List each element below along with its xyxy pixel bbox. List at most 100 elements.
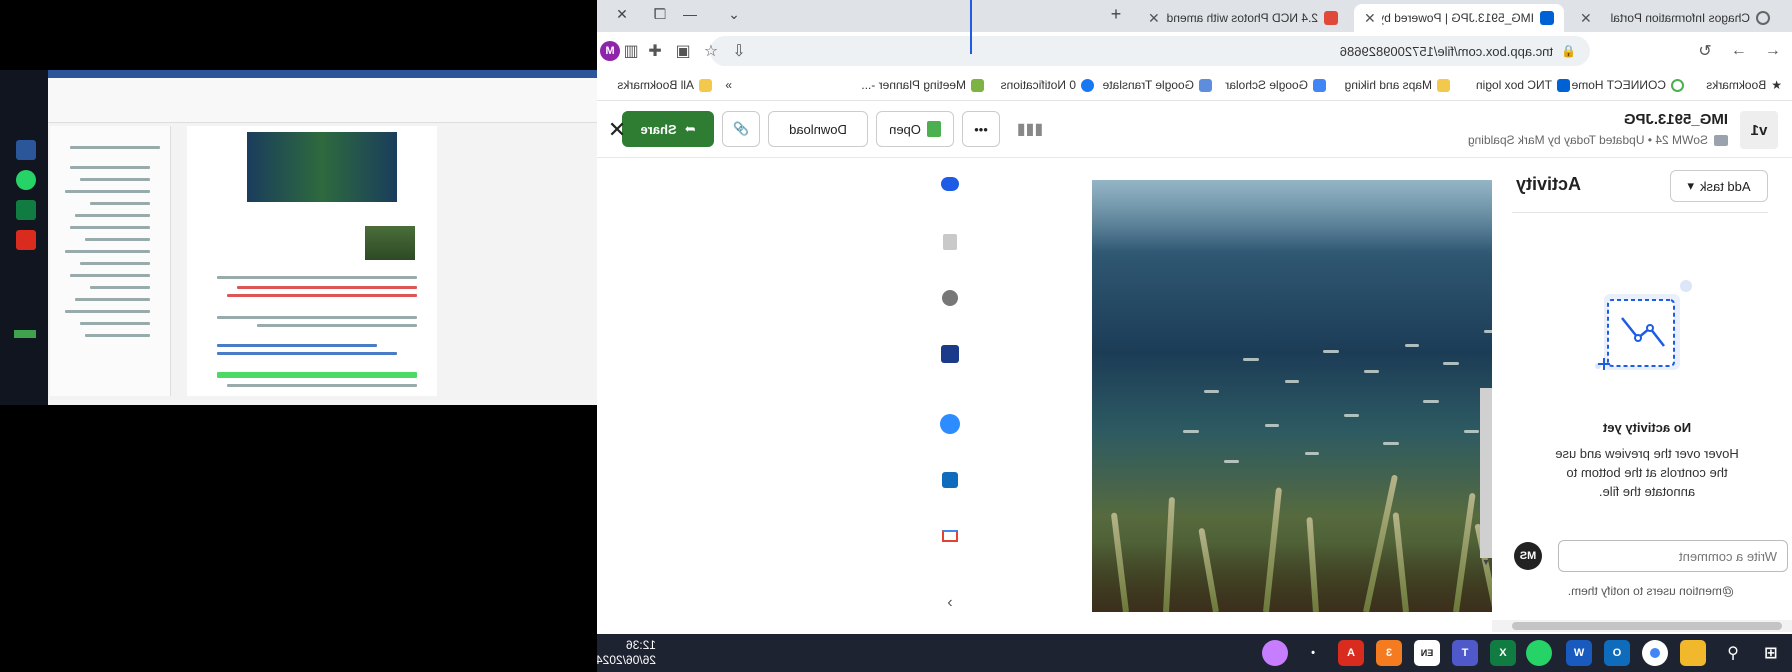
outlook-rail-icon[interactable] [930, 464, 970, 496]
box-ai-rail-icon[interactable] [930, 282, 970, 314]
activity-title: Activity [1516, 174, 1582, 194]
zoom-rail-icon[interactable] [930, 408, 970, 440]
active-rail-indicator [970, 0, 972, 54]
mention-hint: @mention users to notify them. [1567, 584, 1734, 598]
details-rail-icon[interactable] [930, 226, 970, 258]
bookmarks-overflow-icon[interactable]: » [725, 76, 732, 94]
tab-strip: Chagos Information Portal ✕ IMG_5913.JPG… [597, 0, 1792, 32]
en-icon[interactable]: EN [1414, 640, 1440, 666]
box-file-header: v1 IMG_5913.JPG SoWM 24 • Updated Today … [597, 101, 1792, 158]
divider [1512, 212, 1768, 213]
bookmark-maps-hiking[interactable]: Maps and hiking [1345, 76, 1450, 94]
word-icon[interactable]: W [1566, 640, 1592, 666]
more-options-button[interactable]: ••• [962, 111, 1000, 147]
teams-icon[interactable]: T [1452, 640, 1478, 666]
tab-ncd-photos[interactable]: 2.4 NCD Photos with amended c ✕ [1138, 4, 1348, 32]
gmail-rail-icon[interactable] [930, 520, 970, 552]
bookmark-meeting-planner[interactable]: Meeting Planner -... [861, 76, 984, 94]
ellipsis-icon: ••• [974, 121, 988, 137]
file-meta: SoWM 24 • Updated Today by Mark Spalding [1468, 133, 1728, 147]
second-monitor [0, 0, 597, 672]
screen-mirror: Chagos Information Portal ✕ IMG_5913.JPG… [0, 0, 1792, 672]
site-info-icon[interactable]: 🔒 [1561, 44, 1576, 58]
planner-icon [971, 78, 984, 92]
doc-icon [1324, 11, 1338, 25]
user-avatar: MS [1514, 542, 1542, 570]
second-monitor-taskbar [0, 70, 48, 405]
extension-icon[interactable]: ▣ [670, 38, 696, 64]
open-button[interactable]: Open [876, 111, 954, 147]
photos-icon[interactable] [1262, 640, 1288, 666]
browser-toolbar: ← → ↻ 🔒 tnc.app.box.com/file/15720098296… [597, 32, 1792, 70]
bookmark-star-icon[interactable]: ☆ [698, 38, 724, 64]
connect-icon [1671, 78, 1684, 92]
bookmarks-folder[interactable]: ★ Bookmarks [1706, 76, 1782, 94]
windows-taskbar: ⊞ ⚲ O W X T EN 3 A • 12:36 26/06/2024 [597, 634, 1792, 672]
link-icon: 🔗 [732, 121, 750, 136]
new-tab-button[interactable]: + [1098, 0, 1134, 28]
activity-rail-icon[interactable] [930, 168, 970, 200]
close-window-button[interactable]: ✕ [604, 0, 640, 28]
whatsapp-icon[interactable] [1526, 640, 1552, 666]
bookmark-box-login[interactable]: TNC box login [1476, 76, 1570, 94]
tab-box-image[interactable]: IMG_5913.JPG | Powered by Box ✕ [1354, 4, 1564, 32]
tab-search-icon[interactable]: ⌄ [716, 0, 752, 28]
copy-link-button[interactable]: 🔗 [722, 111, 760, 147]
bookmark-google-translate[interactable]: Google Translate [1103, 76, 1212, 94]
horizontal-scrollbar[interactable] [1492, 620, 1792, 632]
collapse-rail-icon[interactable]: › [930, 588, 970, 618]
calendar-icon[interactable]: 3 [1376, 640, 1402, 666]
box-icon [1540, 11, 1554, 25]
word-window-thumbnail [0, 70, 597, 405]
search-icon[interactable]: ⚲ [1720, 640, 1746, 666]
translate-icon [1199, 78, 1212, 92]
version-badge[interactable]: v1 [1740, 111, 1778, 149]
excel-icon[interactable]: X [1490, 640, 1516, 666]
empty-activity-illustration [1594, 276, 1694, 376]
word-ribbon [0, 70, 597, 123]
empty-activity-heading: No activity yet [1602, 420, 1692, 435]
scholar-icon [1313, 78, 1326, 92]
forward-icon[interactable]: → [1726, 38, 1752, 64]
extensions-puzzle-icon[interactable]: ✚ [642, 38, 668, 64]
close-tab-icon[interactable]: ✕ [1148, 10, 1160, 27]
address-bar[interactable]: 🔒 tnc.app.box.com/file/1572009829686 [710, 36, 1590, 66]
back-icon[interactable]: ← [1760, 38, 1786, 64]
caret-down-icon: ▾ [1687, 178, 1694, 193]
acrobat-icon[interactable]: A [1338, 640, 1364, 666]
install-icon[interactable]: ⇩ [726, 38, 752, 64]
outlook-icon[interactable]: O [1604, 640, 1630, 666]
all-bookmarks[interactable]: All Bookmarks [617, 76, 712, 94]
globe-icon [1756, 11, 1770, 25]
share-button[interactable]: ➦ Share [622, 111, 714, 147]
scroll-down-icon[interactable]: ▼ [1480, 556, 1492, 568]
facebook-icon [1081, 78, 1094, 92]
tab-chagos[interactable]: Chagos Information Portal ✕ [1570, 4, 1780, 32]
file-name: IMG_5913.JPG [1623, 111, 1728, 128]
profile-avatar[interactable]: M [600, 41, 620, 61]
star-icon: ★ [1771, 78, 1782, 92]
maximize-button[interactable]: ❐ [642, 0, 678, 28]
close-preview-icon[interactable]: ✕ [602, 115, 632, 145]
box-icon [1557, 78, 1570, 92]
bookmark-notifications[interactable]: 0 Notifications [1001, 76, 1094, 94]
insights-button[interactable]: ▮▮▮ [1010, 111, 1050, 147]
file-explorer-icon[interactable] [1680, 640, 1706, 666]
chrome-icon[interactable] [1642, 640, 1668, 666]
close-tab-icon[interactable]: ✕ [1364, 10, 1376, 27]
side-panel-icon[interactable]: ▥ [618, 38, 644, 64]
sign-rail-icon[interactable] [930, 338, 970, 370]
bookmark-google-scholar[interactable]: Google Scholar [1225, 76, 1326, 94]
windows-icon[interactable]: ⊞ [1758, 640, 1784, 666]
activity-scrollbar[interactable] [1480, 388, 1492, 558]
add-task-button[interactable]: Add task ▾ [1670, 170, 1768, 202]
reload-icon[interactable]: ↻ [1692, 38, 1718, 64]
document-image [365, 226, 415, 260]
comment-input[interactable]: Write a comment [1558, 540, 1788, 572]
close-tab-icon[interactable]: ✕ [1580, 10, 1592, 27]
overflow-icon[interactable]: • [1300, 640, 1326, 666]
download-button[interactable]: Download [768, 111, 868, 147]
bookmark-connect[interactable]: CONNECT Home [1572, 76, 1684, 94]
share-icon: ➦ [684, 121, 696, 136]
taskbar-clock[interactable]: 12:36 26/06/2024 [597, 638, 656, 668]
